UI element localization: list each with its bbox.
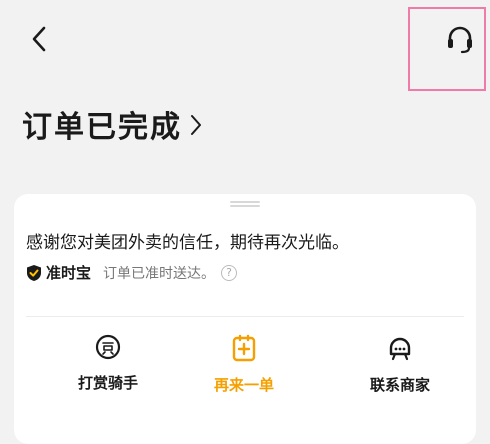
on-time-status: 订单已准时送达。 — [103, 265, 216, 282]
back-button[interactable] — [24, 22, 54, 56]
headset-icon — [448, 26, 472, 54]
reorder-label: 再来一单 — [213, 376, 274, 394]
reorder-icon — [232, 334, 256, 362]
thanks-message: 感谢您对美团外卖的信任，期待再次光临。 — [26, 233, 349, 253]
order-card: 感谢您对美团外卖的信任，期待再次光临。 准时宝 订单已准时送达。 ? 打赏骑手 … — [14, 194, 476, 444]
chevron-right-icon — [191, 115, 201, 135]
drag-handle[interactable] — [230, 201, 260, 207]
divider — [26, 316, 464, 317]
contact-merchant-label: 联系商家 — [369, 376, 430, 394]
customer-service-button[interactable] — [408, 7, 486, 91]
tip-rider-button[interactable]: 打赏骑手 — [53, 334, 163, 393]
shield-check-icon — [27, 264, 41, 281]
reorder-button[interactable]: 再来一单 — [189, 334, 299, 395]
help-icon[interactable]: ? — [221, 264, 238, 281]
order-status-text: 订单已完成 — [22, 110, 182, 145]
contact-merchant-button[interactable]: 联系商家 — [345, 334, 455, 395]
on-time-badge-label: 准时宝 — [46, 264, 92, 282]
order-status-title[interactable]: 订单已完成 — [22, 102, 202, 146]
merchant-icon — [389, 337, 411, 361]
reward-icon — [95, 334, 121, 360]
tip-rider-label: 打赏骑手 — [77, 374, 138, 392]
chevron-left-icon — [32, 26, 46, 52]
on-time-guarantee-row: 准时宝 订单已准时送达。 ? — [26, 262, 238, 283]
